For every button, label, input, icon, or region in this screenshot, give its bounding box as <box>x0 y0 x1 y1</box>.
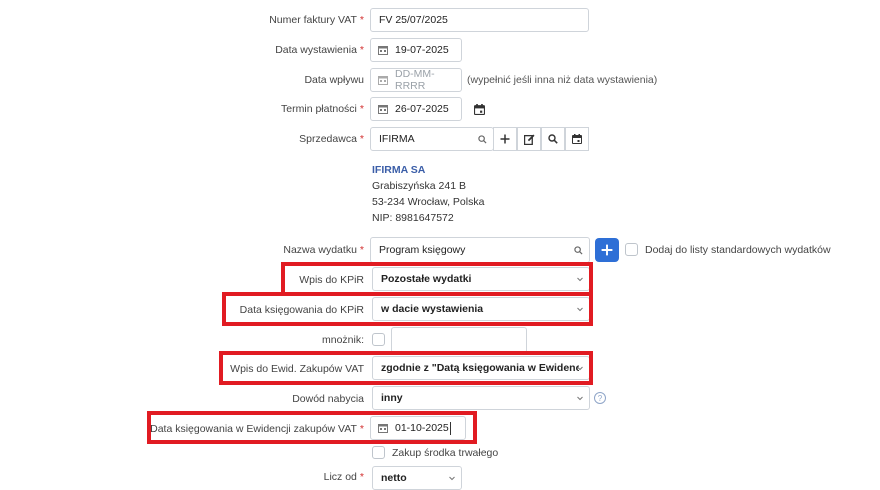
multiplier-input[interactable] <box>391 327 527 353</box>
edit-icon <box>523 133 535 145</box>
multiplier-checkbox[interactable] <box>372 333 385 346</box>
issue-date-input[interactable]: 19-07-2025 <box>370 38 462 62</box>
search-icon <box>574 246 583 255</box>
seller-edit-button[interactable] <box>517 127 541 151</box>
invoice-number-label: Numer faktury VAT * <box>269 14 364 26</box>
seller-add-button[interactable] <box>493 127 517 151</box>
calendar-icon <box>378 46 388 55</box>
plus-icon <box>500 134 510 144</box>
help-icon[interactable]: ? <box>594 392 606 404</box>
payment-due-input[interactable]: 26-07-2025 <box>370 97 462 121</box>
calc-from-label: Licz od * <box>323 471 364 483</box>
acquisition-proof-label: Dowód nabycia <box>292 393 364 405</box>
seller-label: Sprzedawca * <box>299 133 364 145</box>
calendar-icon <box>378 76 388 85</box>
add-to-standard-list-label: Dodaj do listy standardowych wydatków <box>645 244 831 256</box>
highlight-vat-register <box>219 351 593 385</box>
chevron-down-icon <box>577 396 583 401</box>
calc-from-select[interactable]: netto <box>372 466 462 490</box>
fixed-asset-checkbox[interactable] <box>372 446 385 459</box>
plus-icon <box>601 244 613 256</box>
chevron-down-icon <box>449 476 455 481</box>
acquisition-proof-select[interactable]: inny <box>372 386 590 410</box>
expense-name-label: Nazwa wydatku * <box>283 244 364 256</box>
seller-input[interactable]: IFIRMA <box>370 127 494 151</box>
seller-nip: NIP: 8981647572 <box>372 212 454 224</box>
calendar-icon <box>378 105 388 114</box>
search-icon <box>548 134 558 144</box>
fixed-asset-label: Zakup środka trwałego <box>392 447 499 459</box>
highlight-kpir-entry <box>281 262 593 296</box>
search-icon <box>478 135 487 144</box>
seller-calendar-button[interactable] <box>565 127 589 151</box>
seller-search-button[interactable] <box>541 127 565 151</box>
receipt-date-label: Data wpływu <box>304 74 364 86</box>
seller-details: IFIRMA SA Grabiszyńska 241 B 53-234 Wroc… <box>372 162 484 226</box>
calendar-day-icon <box>473 103 485 115</box>
highlight-kpir-booking-date <box>222 292 593 326</box>
multiplier-label: mnożnik: <box>321 334 364 346</box>
highlight-vat-booking-date <box>147 411 477 444</box>
add-to-standard-list-checkbox[interactable] <box>625 243 638 256</box>
calendar-picker-button[interactable] <box>469 99 489 119</box>
seller-street: Grabiszyńska 241 B <box>372 180 466 192</box>
receipt-date-hint: (wypełnić jeśli inna niż data wystawieni… <box>467 74 658 86</box>
issue-date-label: Data wystawienia * <box>275 44 364 56</box>
seller-name: IFIRMA SA <box>372 164 426 176</box>
receipt-date-input[interactable]: DD-MM-RRRR <box>370 68 462 92</box>
calendar-day-icon <box>572 134 582 144</box>
invoice-number-input[interactable]: FV 25/07/2025 <box>370 8 589 32</box>
add-expense-button[interactable] <box>595 238 619 262</box>
seller-city: 53-234 Wrocław, Polska <box>372 196 485 208</box>
expense-name-input[interactable]: Program księgowy <box>370 237 590 263</box>
payment-due-label: Termin płatności * <box>281 103 364 115</box>
